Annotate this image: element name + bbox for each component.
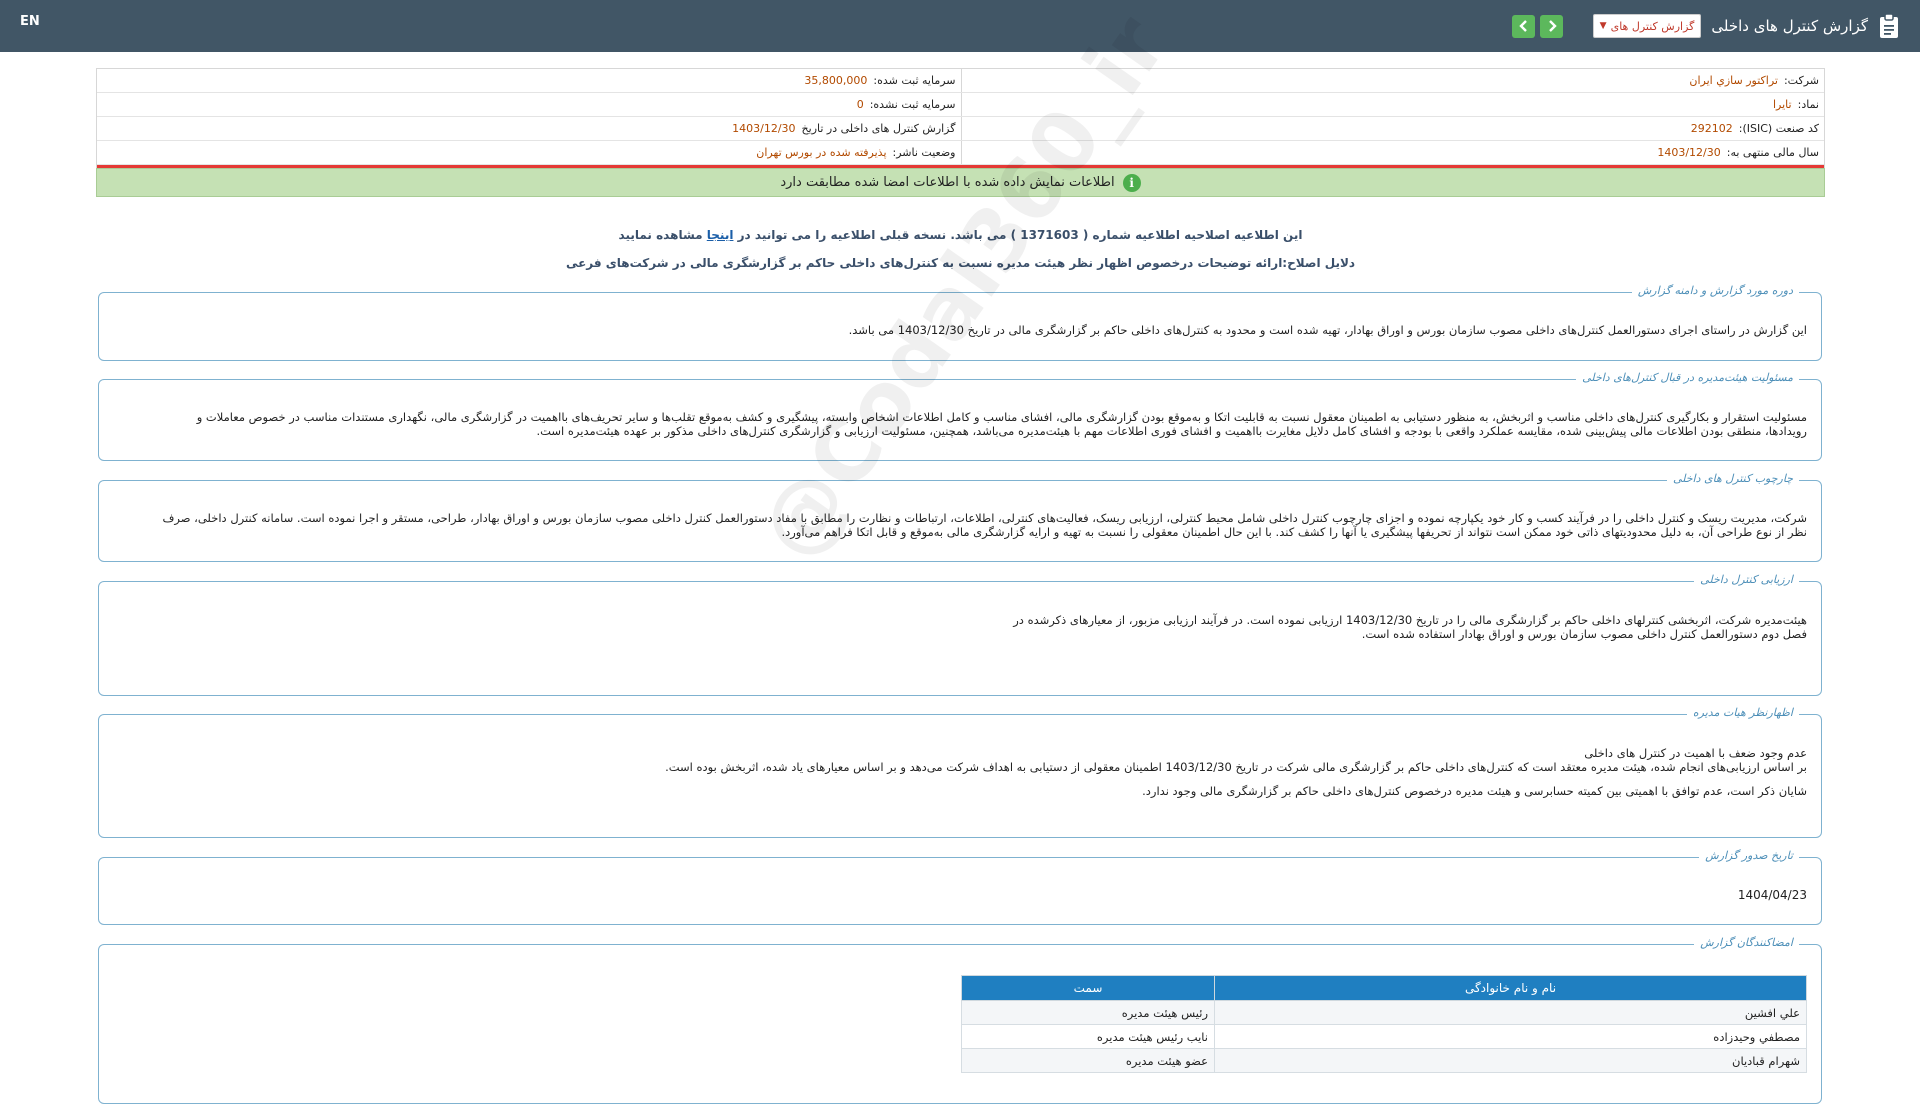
isic-value: 292102 [1690,122,1733,135]
section-text: فصل دوم دستورالعمل کنترل داخلی مصوب سازم… [1361,627,1807,641]
company-label: شرکت: [1783,74,1819,87]
report-date-label: گزارش کنترل های داخلی در تاریخ [801,122,956,135]
amendment-reason: دلایل اصلاح:ارائه توضیحات درخصوص اظهار ن… [565,256,1356,270]
table-row: مصطفي وحيدزاده نايب رئيس هيئت مديره [961,1024,1807,1049]
verification-notice: i اطلاعات نمایش داده شده با اطلاعات امضا… [96,168,1825,197]
headline-text-b: مشاهده نمایید [618,228,703,242]
unregistered-capital-value: 0 [856,98,864,111]
section-text: مسئولیت استقرار و بکارگیری کنترل‌های داخ… [196,410,1807,424]
info-row: کد صنعت (ISIC): 292102 گزارش کنترل های د… [97,117,1824,141]
previous-version-link[interactable]: اینجا [707,228,734,242]
headline-text-a: این اطلاعیه اصلاحیه اطلاعیه شماره ( 1371… [737,228,1303,242]
unregistered-capital-label: سرمایه ثبت نشده: [869,98,956,111]
issue-date-value: 1404/04/23 [1737,888,1807,902]
info-row: سال مالی منتهی به: 1403/12/30 وضعیت ناشر… [97,141,1824,165]
fiscal-year-value: 1403/12/30 [1657,146,1721,159]
info-row: نماد: تايرا سرمایه ثبت نشده: 0 [97,93,1824,117]
section-title: ارزیابی کنترل داخلی [1694,573,1799,586]
column-header-position: سمت [961,975,1215,1001]
chevron-right-icon [1549,20,1557,32]
section-text: عدم وجود ضعف با اهمیت در کنترل های داخلی [1584,746,1807,760]
signatory-name: شهرام قباديان [1214,1048,1807,1073]
section-text: شرکت، مدیریت ریسک و کنترل داخلی را در فر… [162,511,1807,525]
section-text: رویدادها، منطقی بودن اطلاعات مالی پیش‌بی… [536,424,1807,438]
table-row: علي افشين رئيس هيئت مديره [961,1000,1807,1025]
section-framework: چارچوب کنترل های داخلی شرکت، مدیریت ریسک… [98,472,1822,562]
clipboard-icon [1878,13,1900,39]
info-row: شرکت: تراكتور سازي ايران سرمایه ثبت شده:… [97,69,1824,93]
fiscal-year-label: سال مالی منتهی به: [1726,146,1819,159]
table-header-row: نام و نام خانوادگی سمت [961,975,1807,1001]
notice-text: اطلاعات نمایش داده شده با اطلاعات امضا ش… [780,175,1115,190]
column-header-name: نام و نام خانوادگی [1214,975,1807,1001]
publisher-status-value: پذیرفته شده در بورس تهران [756,146,887,159]
publisher-status-label: وضعیت ناشر: [892,146,956,159]
prev-report-button[interactable] [1512,14,1536,38]
report-select-value: گزارش کنترل های [1610,19,1695,33]
table-row: شهرام قباديان عضو هيئت مديره [961,1048,1807,1073]
language-toggle[interactable]: EN [20,14,40,29]
signatory-position: عضو هيئت مديره [961,1048,1215,1073]
section-title: تاریخ صدور گزارش [1699,849,1799,862]
capital-value: 35,800,000 [804,74,868,87]
section-issue-date: تاریخ صدور گزارش 1404/04/23 [98,849,1822,925]
capital-label: سرمایه ثبت شده: [873,74,956,87]
section-board-opinion: اظهارنظر هیات مدیره عدم وجود ضعف با اهمی… [98,706,1822,838]
report-type-select[interactable]: گزارش کنترل های ▼ [1593,14,1702,38]
section-text: نظر از نوع طراحی آن، به دلیل محدودیتهای … [781,525,1807,539]
section-title: دوره مورد گزارش و دامنه گزارش [1631,284,1799,297]
chevron-left-icon [1519,20,1527,32]
signatory-name: علي افشين [1214,1000,1807,1025]
top-bar: EN گزارش کنترل های داخلی گزارش کنترل های… [0,0,1920,52]
signatory-name: مصطفي وحيدزاده [1214,1024,1807,1049]
section-title: امضاکنندگان گزارش [1694,936,1799,949]
section-text: شایان ذکر است، عدم توافق با اهمیتی بین ک… [1142,784,1807,798]
signatories-table: نام و نام خانوادگی سمت علي افشين رئيس هي… [961,975,1807,1073]
chevron-down-icon: ▼ [1599,21,1607,31]
next-report-button[interactable] [1540,14,1564,38]
section-text: این گزارش در راستای اجرای دستورالعمل کنت… [848,323,1807,337]
isic-label: کد صنعت (ISIC): [1738,122,1819,135]
section-title: مسئولیت هیئت‌مدیره در قبال کنترل‌های داخ… [1576,371,1799,384]
title-area: گزارش کنترل های داخلی گزارش کنترل های ▼ [1512,12,1900,40]
section-scope: دوره مورد گزارش و دامنه گزارش این گزارش … [98,284,1822,361]
section-signatories: امضاکنندگان گزارش نام و نام خانوادگی سمت… [98,936,1822,1104]
section-title: اظهارنظر هیات مدیره [1686,706,1799,719]
signatory-position: نايب رئيس هيئت مديره [961,1024,1215,1049]
nav-buttons [1512,14,1564,38]
section-text: بر اساس ارزیابی‌های انجام شده، هیئت مدیر… [665,760,1807,774]
signatory-position: رئيس هيئت مديره [961,1000,1215,1025]
section-text: هیئت‌مدیره شرکت، اثربخشی کنترلهای داخلی … [1013,613,1807,627]
info-icon: i [1122,173,1141,192]
report-date-value: 1403/12/30 [732,122,796,135]
section-evaluation: ارزیابی کنترل داخلی هیئت‌مدیره شرکت، اثر… [98,573,1822,696]
section-title: چارچوب کنترل های داخلی [1666,472,1799,485]
page-title: گزارش کنترل های داخلی [1711,17,1868,35]
amendment-headline: این اطلاعیه اصلاحیه اطلاعیه شماره ( 1371… [96,228,1825,242]
company-value: تراكتور سازي ايران [1689,74,1778,87]
symbol-label: نماد: [1797,98,1819,111]
section-responsibility: مسئولیت هیئت‌مدیره در قبال کنترل‌های داخ… [98,371,1822,461]
company-info-table: شرکت: تراكتور سازي ايران سرمایه ثبت شده:… [96,68,1825,169]
symbol-value: تايرا [1773,98,1792,111]
